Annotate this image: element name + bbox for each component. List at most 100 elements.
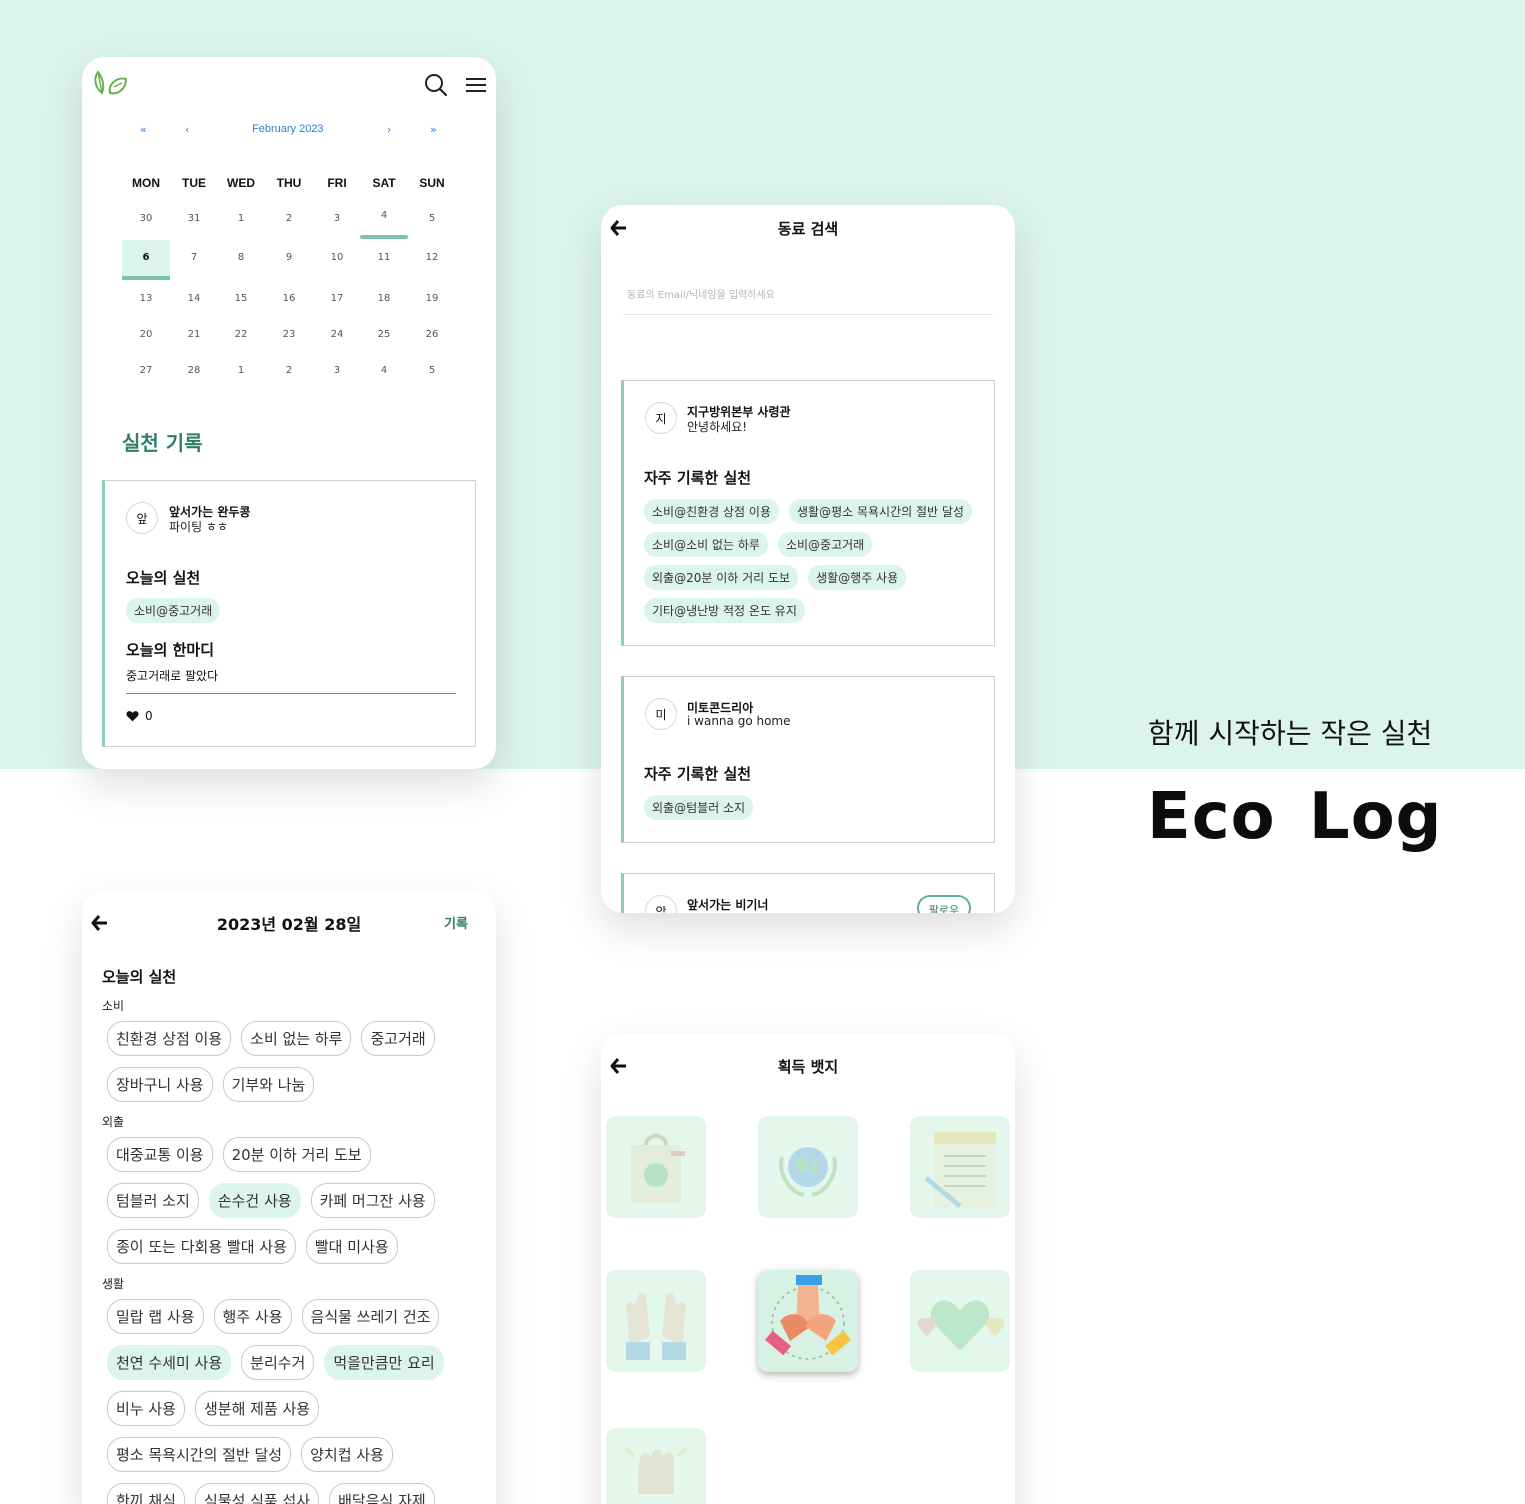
search-icon[interactable] xyxy=(424,73,448,97)
practice-option[interactable]: 소비 없는 하루 xyxy=(241,1021,352,1056)
practice-option-selected[interactable]: 먹을만큼만 요리 xyxy=(324,1345,444,1380)
practice-option[interactable]: 20분 이하 거리 도보 xyxy=(222,1137,371,1172)
colleague-card[interactable]: 앞 앞서가는 비기너 팔로우 xyxy=(621,873,995,913)
calendar-day[interactable]: 1 xyxy=(217,365,265,376)
calendar-day[interactable]: 25 xyxy=(360,329,408,340)
calendar-day[interactable]: 4 xyxy=(360,365,408,376)
practice-option[interactable]: 생분해 제품 사용 xyxy=(194,1391,320,1426)
colleague-search-input[interactable] xyxy=(623,277,993,315)
colleague-card[interactable]: 지 지구방위본부 사령관 안녕하세요! 자주 기록한 실천 소비@친환경 상점 … xyxy=(621,380,995,646)
practice-option[interactable]: 친환경 상점 이용 xyxy=(107,1021,232,1056)
calendar-day[interactable]: 6 xyxy=(122,252,170,263)
calendar-day[interactable]: 5 xyxy=(408,213,456,224)
notepad-badge-icon xyxy=(924,1132,996,1208)
heart-icon[interactable] xyxy=(126,710,139,722)
calendar-day[interactable]: 10 xyxy=(313,252,361,263)
practice-option[interactable]: 한끼 채식 xyxy=(107,1483,185,1504)
practice-tag: 소비@중고거래 xyxy=(777,532,873,557)
clapping-hands-badge-icon xyxy=(626,1292,686,1360)
calendar-day[interactable]: 14 xyxy=(170,293,218,304)
clapping-hands-badge[interactable] xyxy=(606,1270,706,1372)
calendar-day[interactable]: 2 xyxy=(265,213,313,224)
calendar-day[interactable]: 23 xyxy=(265,329,313,340)
calendar-day[interactable]: 30 xyxy=(122,213,170,224)
practice-option[interactable]: 비누 사용 xyxy=(107,1391,185,1426)
calendar-day[interactable]: 4 xyxy=(360,210,408,221)
practice-option[interactable]: 장바구니 사용 xyxy=(107,1067,213,1102)
calendar-day[interactable]: 11 xyxy=(360,252,408,263)
calendar-day[interactable]: 21 xyxy=(170,329,218,340)
calendar-day[interactable]: 18 xyxy=(360,293,408,304)
notepad-badge[interactable] xyxy=(910,1116,1010,1218)
weekday-label: FRI xyxy=(327,176,347,190)
weekday-label: SAT xyxy=(372,176,396,190)
calendar-day[interactable]: 31 xyxy=(170,213,218,224)
calendar-day[interactable]: 7 xyxy=(170,252,218,263)
calendar-day[interactable]: 15 xyxy=(217,293,265,304)
practice-option[interactable]: 평소 목욕시간의 절반 달성 xyxy=(107,1437,292,1472)
calendar-day[interactable]: 13 xyxy=(122,293,170,304)
calendar-day[interactable]: 1 xyxy=(217,213,265,224)
calendar-day[interactable]: 2 xyxy=(265,365,313,376)
raised-fist-badge-icon xyxy=(624,1446,688,1494)
weekday-label: TUE xyxy=(182,176,206,190)
calendar-day[interactable]: 27 xyxy=(122,365,170,376)
practice-option[interactable]: 배달음식 자제 xyxy=(329,1483,435,1504)
stacked-hands-badge[interactable] xyxy=(758,1270,858,1372)
avatar[interactable]: 앞 xyxy=(126,502,158,534)
practice-record-card[interactable]: 앞 앞서가는 완두콩 파이팅 ㅎㅎ 오늘의 실천 소비@중고거래 오늘의 한마디… xyxy=(102,480,476,747)
hearts-badge[interactable] xyxy=(910,1270,1010,1372)
practice-option[interactable]: 텀블러 소지 xyxy=(107,1183,199,1218)
avatar[interactable]: 미 xyxy=(645,698,677,730)
calendar-day[interactable]: 3 xyxy=(313,365,361,376)
practice-option[interactable]: 대중교통 이용 xyxy=(107,1137,213,1172)
practice-option[interactable]: 분리수거 xyxy=(241,1345,315,1380)
practice-option-selected[interactable]: 천연 수세미 사용 xyxy=(107,1345,232,1380)
practice-option-selected[interactable]: 손수건 사용 xyxy=(208,1183,301,1218)
avatar[interactable]: 앞 xyxy=(645,895,677,913)
practice-tag: 소비@소비 없는 하루 xyxy=(644,532,768,557)
practice-option[interactable]: 식물성 식품 섭사 xyxy=(194,1483,320,1504)
calendar-day[interactable]: 19 xyxy=(408,293,456,304)
calendar-day[interactable]: 20 xyxy=(122,329,170,340)
calendar-day[interactable]: 8 xyxy=(217,252,265,263)
shopping-bag-badge[interactable] xyxy=(606,1116,706,1218)
practice-option[interactable]: 카페 머그잔 사용 xyxy=(310,1183,435,1218)
hamburger-menu-icon[interactable] xyxy=(464,73,488,97)
practice-tag: 생활@행주 사용 xyxy=(808,565,907,590)
screen-title: 동료 검색 xyxy=(777,220,839,238)
calendar-day[interactable]: 26 xyxy=(408,329,456,340)
month-label[interactable]: February 2023 xyxy=(252,123,324,135)
prev-year-button[interactable]: « xyxy=(140,123,147,136)
practice-option[interactable]: 양치컵 사용 xyxy=(301,1437,393,1472)
globe-laurel-badge[interactable] xyxy=(758,1116,858,1218)
practice-option[interactable]: 중고거래 xyxy=(361,1021,435,1056)
calendar-day[interactable]: 9 xyxy=(265,252,313,263)
calendar-day[interactable]: 28 xyxy=(170,365,218,376)
save-record-button[interactable]: 기록 xyxy=(444,913,468,932)
practice-option[interactable]: 음식물 쓰레기 건조 xyxy=(301,1299,440,1334)
next-year-button[interactable]: » xyxy=(430,123,437,136)
practice-option[interactable]: 종이 또는 다회용 빨대 사용 xyxy=(107,1229,296,1264)
screen-title: 획득 뱃지 xyxy=(777,1058,839,1076)
next-month-button[interactable]: › xyxy=(387,123,391,136)
calendar-day[interactable]: 16 xyxy=(265,293,313,304)
calendar-day[interactable]: 3 xyxy=(313,213,361,224)
prev-month-button[interactable]: ‹ xyxy=(185,123,189,136)
calendar-day[interactable]: 24 xyxy=(313,329,361,340)
calendar-day[interactable]: 12 xyxy=(408,252,456,263)
follow-button[interactable]: 팔로우 xyxy=(917,895,971,913)
practice-tag: 기타@냉난방 적정 온도 유지 xyxy=(644,598,805,623)
calendar-day[interactable]: 22 xyxy=(217,329,265,340)
practice-option[interactable]: 밀랍 랩 사용 xyxy=(107,1299,204,1334)
practice-tag: 생활@평소 목욕시간의 절반 달성 xyxy=(789,499,972,524)
calendar-day[interactable]: 17 xyxy=(313,293,361,304)
raised-fist-badge[interactable] xyxy=(606,1428,706,1504)
calendar-day[interactable]: 5 xyxy=(408,365,456,376)
shopping-bag-badge-icon xyxy=(631,1134,685,1203)
colleague-card[interactable]: 미 미토콘드리아 i wanna go home 자주 기록한 실천 외출@텀블… xyxy=(621,676,995,843)
practice-option[interactable]: 행주 사용 xyxy=(213,1299,292,1334)
practice-option[interactable]: 기부와 나눔 xyxy=(222,1067,315,1102)
practice-option[interactable]: 빨대 미사용 xyxy=(305,1229,398,1264)
avatar[interactable]: 지 xyxy=(645,402,677,434)
